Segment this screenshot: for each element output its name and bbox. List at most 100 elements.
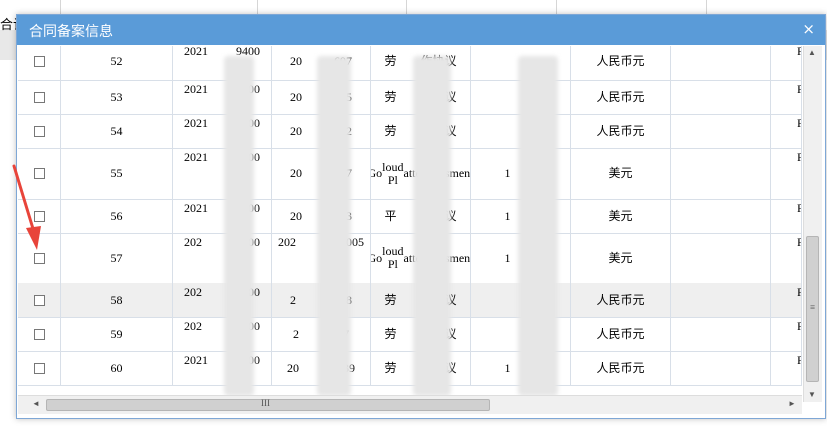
cell-text: 2021 [184,82,208,96]
row-checkbox[interactable] [33,362,45,374]
row-number-cell: 54 [61,114,173,148]
cell-text: 劳 [384,360,397,375]
cell-text: 59 [110,326,123,341]
vertical-scrollbar[interactable]: ▲ ≡ ▼ [803,46,822,402]
redaction-blur [317,56,351,396]
empty-cell [671,283,771,317]
cell-text: loud Pl [382,159,404,187]
scroll-right-icon[interactable]: ► [788,399,796,408]
table-row[interactable]: 522021940020697劳作协议人民币元F [18,46,802,81]
cell-text: 劳 [384,123,397,138]
cell-text: 2021 [184,201,208,215]
table-row[interactable]: 5720219400202194005Goloud Plattervicesme… [18,233,802,284]
cell-text: 2021 [184,353,208,367]
table-row[interactable]: 6020219400202739劳作协议1人民币元F [18,351,802,386]
status-cell: F [771,351,802,385]
currency-cell: 美元 [571,148,671,199]
cell-text: 57 [110,250,123,265]
currency-cell: 人民币元 [571,46,671,80]
table-row[interactable]: 552021940020017Goloud Plattervicesment1美… [18,148,802,200]
contract-table: 522021940020697劳作协议人民币元F532021940020635劳… [18,46,802,404]
row-checkbox-cell [18,46,61,80]
cell-text: 20 [290,123,302,138]
cell-text: 20 [290,53,302,68]
contract-id-cell: 20219400 [173,114,272,148]
cell-text: 202 [184,319,202,333]
row-checkbox-cell [18,233,61,283]
cell-text: 202 [278,235,296,249]
row-checkbox-cell [18,317,61,351]
cell-text: 60 [110,360,123,375]
status-cell: F [771,114,802,148]
horizontal-scrollbar[interactable]: ◄ III ► [18,395,802,414]
row-checkbox-cell [18,283,61,317]
table-row[interactable]: 542021940020552劳作协议3人民币元F [18,114,802,149]
row-number-cell: 59 [61,317,173,351]
row-checkbox[interactable] [33,91,45,103]
cell-text: F [797,83,801,96]
row-checkbox-cell [18,148,61,199]
contract-id-cell: 20219400 [173,148,272,199]
cell-text: 平 [384,208,397,223]
table-row[interactable]: 59202194002277劳作协议人民币元F [18,317,802,352]
cell-text: 1 [504,360,511,375]
currency-cell: 人民币元 [571,317,671,351]
contract-id-cell: 20219400 [173,351,272,385]
empty-cell [671,351,771,385]
row-number-cell: 52 [61,46,173,80]
cell-text: 202 [184,285,202,299]
close-icon[interactable]: × [802,20,815,38]
table-row[interactable]: 562021940020643平司协议1美元F [18,199,802,234]
row-checkbox[interactable] [33,252,45,264]
row-checkbox[interactable] [33,328,45,340]
empty-cell [671,148,771,199]
cell-text: 20 [290,166,302,180]
contract-id-cell: 20219400 [173,46,272,80]
cell-text: 美元 [608,250,633,265]
grip-icon: ≡ [810,302,816,312]
cell-text: 劳 [384,53,397,68]
status-cell: F [771,46,802,80]
cell-text: 美元 [608,166,633,180]
cell-text: 人民币元 [596,292,645,307]
row-number-cell: 60 [61,351,173,385]
cell-text: Go [371,166,383,180]
scroll-up-icon[interactable]: ▲ [808,48,816,57]
empty-cell [671,46,771,80]
contract-filing-dialog: 合同备案信息 × 522021940020697劳作协议人民币元F5320219… [16,14,826,419]
cell-text: ment [449,250,471,265]
row-number-cell: 53 [61,80,173,114]
vertical-scroll-thumb[interactable]: ≡ [806,236,819,382]
cell-text: 2021 [184,46,208,58]
scroll-left-icon[interactable]: ◄ [32,399,40,408]
scroll-down-icon[interactable]: ▼ [808,390,816,399]
row-checkbox[interactable] [33,55,45,67]
redaction-blur [413,56,451,396]
empty-cell [671,317,771,351]
cell-text: Go [371,250,383,265]
currency-cell: 人民币元 [571,351,671,385]
dialog-titlebar[interactable]: 合同备案信息 × [17,15,825,45]
cell-text: 劳 [384,326,397,341]
horizontal-scroll-thumb[interactable]: III [46,398,490,411]
cell-text: 202 [184,235,202,249]
row-checkbox[interactable] [33,210,45,222]
cell-text: 5 [358,235,364,249]
currency-cell: 美元 [571,233,671,283]
contract-id-cell: 20219400 [173,233,272,283]
table-row[interactable]: 582021940023018劳作协议人民币元F [18,283,802,318]
cell-text: F [797,151,801,164]
cell-text: loud Pl [382,244,404,271]
row-checkbox[interactable] [33,294,45,306]
row-checkbox[interactable] [33,168,45,179]
row-number-cell: 57 [61,233,173,283]
status-cell: F [771,233,802,283]
table-row[interactable]: 532021940020635劳作协议9人民币元F [18,80,802,115]
status-cell: F [771,199,802,233]
cell-text: 2 [290,292,296,307]
status-cell: F [771,80,802,114]
cell-text: ment [449,166,471,180]
row-checkbox[interactable] [33,125,45,137]
row-number-cell: 56 [61,199,173,233]
status-cell: F [771,283,802,317]
